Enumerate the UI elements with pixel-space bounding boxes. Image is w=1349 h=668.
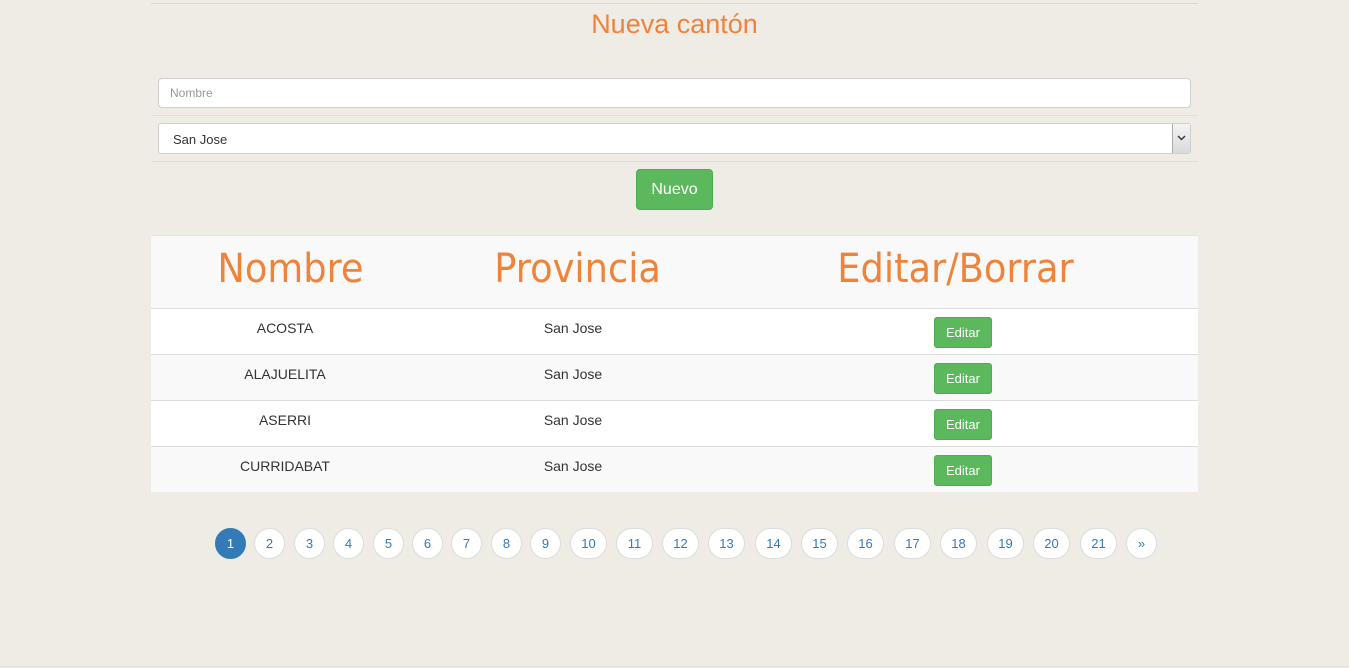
form-divider: [151, 161, 1198, 162]
table-row: ASERRI San Jose Editar: [151, 401, 1198, 447]
chevron-down-icon: [1177, 135, 1186, 141]
page-link-16[interactable]: 16: [847, 528, 884, 559]
page-link-14[interactable]: 14: [755, 528, 792, 559]
page-link-20[interactable]: 20: [1033, 528, 1070, 559]
cell-provincia: San Jose: [543, 366, 603, 382]
page-link-10[interactable]: 10: [570, 528, 607, 559]
header-nombre: Nombre: [217, 246, 364, 292]
page-link-3[interactable]: 3: [294, 528, 325, 559]
cell-nombre: CURRIDABAT: [240, 458, 330, 474]
cell-nombre: ASERRI: [258, 412, 312, 428]
form-divider: [151, 115, 1198, 116]
page-link-13[interactable]: 13: [708, 528, 745, 559]
cell-provincia: San Jose: [543, 320, 603, 336]
province-select-value: San Jose: [173, 132, 228, 147]
table-header: Nombre Provincia Editar/Borrar: [151, 235, 1198, 309]
page-link-5[interactable]: 5: [373, 528, 404, 559]
bottom-divider: [0, 666, 1349, 667]
page-link-1[interactable]: 1: [215, 528, 246, 559]
page-link-8[interactable]: 8: [491, 528, 522, 559]
page-link-12[interactable]: 12: [662, 528, 699, 559]
page-link-11[interactable]: 11: [616, 528, 653, 559]
cell-nombre: ALAJUELITA: [244, 366, 326, 382]
table-row: ACOSTA San Jose Editar: [151, 309, 1198, 355]
page-link-4[interactable]: 4: [333, 528, 364, 559]
page-link-6[interactable]: 6: [412, 528, 443, 559]
cell-provincia: San Jose: [543, 458, 603, 474]
cell-provincia: San Jose: [543, 412, 603, 428]
cell-nombre: ACOSTA: [256, 320, 314, 336]
table-row: ALAJUELITA San Jose Editar: [151, 355, 1198, 401]
edit-button[interactable]: Editar: [934, 455, 992, 486]
page-link-17[interactable]: 17: [894, 528, 931, 559]
next-page-link[interactable]: »: [1126, 528, 1157, 559]
page-link-19[interactable]: 19: [987, 528, 1024, 559]
page-title: Nueva cantón: [591, 9, 758, 39]
page-link-7[interactable]: 7: [451, 528, 482, 559]
province-select[interactable]: San Jose: [158, 123, 1191, 154]
page-link-15[interactable]: 15: [801, 528, 838, 559]
nuevo-button[interactable]: Nuevo: [636, 169, 713, 210]
page-link-9[interactable]: 9: [530, 528, 561, 559]
table-row: CURRIDABAT San Jose Editar: [151, 447, 1198, 492]
page-link-2[interactable]: 2: [254, 528, 285, 559]
page-link-18[interactable]: 18: [940, 528, 977, 559]
edit-button[interactable]: Editar: [934, 409, 992, 440]
edit-button[interactable]: Editar: [934, 317, 992, 348]
header-provincia: Provincia: [494, 246, 661, 292]
top-divider: [151, 3, 1198, 4]
name-input[interactable]: [158, 78, 1191, 108]
cantones-table: Nombre Provincia Editar/Borrar ACOSTA Sa…: [151, 235, 1198, 492]
header-editar-borrar: Editar/Borrar: [837, 246, 1074, 292]
page-link-21[interactable]: 21: [1080, 528, 1117, 559]
select-arrow[interactable]: [1172, 124, 1190, 153]
edit-button[interactable]: Editar: [934, 363, 992, 394]
